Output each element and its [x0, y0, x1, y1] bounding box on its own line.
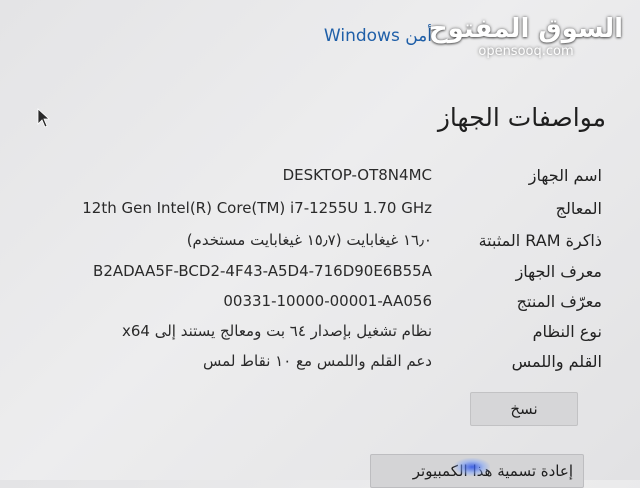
screen-glare [454, 458, 490, 476]
spec-label: اسم الجهاز [528, 166, 602, 185]
spec-label: القلم واللمس [511, 352, 602, 371]
spec-value[interactable]: ١٦٫٠ غيغابايت (١٥٫٧ غيغابايت مستخدم) [187, 231, 432, 249]
spec-row-pen-and-touch: القلم واللمس دعم القلم واللمس مع ١٠ نقاط… [0, 352, 640, 382]
spec-row-processor: المعالج 12th Gen Intel(R) Core(TM) i7-12… [0, 199, 640, 229]
spec-row-device-name: اسم الجهاز DESKTOP-OT8N4MC [0, 166, 640, 196]
spec-value[interactable]: 00331-10000-00001-AA056 [223, 292, 432, 310]
arrow-pointer-icon [37, 108, 50, 128]
spec-value[interactable]: 12th Gen Intel(R) Core(TM) i7-1255U 1.70… [82, 199, 432, 217]
spec-label: ذاكرة RAM المثبتة [478, 231, 602, 250]
spec-value[interactable]: DESKTOP-OT8N4MC [283, 166, 432, 184]
opensooq-watermark: السوق المفتوح opensooq.com [426, 12, 626, 59]
spec-label: معرّف المنتج [516, 292, 602, 311]
spec-label: معرف الجهاز [515, 262, 602, 281]
settings-about-page: أمن Windows السوق المفتوح opensooq.com م… [0, 0, 640, 488]
spec-label: المعالج [555, 199, 602, 218]
spec-row-system-type: نوع النظام نظام تشغيل بإصدار ٦٤ بت ومعال… [0, 322, 640, 352]
spec-value[interactable]: دعم القلم واللمس مع ١٠ نقاط لمس [203, 352, 432, 370]
spec-value[interactable]: B2ADAA5F-BCD2-4F43-A5D4-716D90E6B55A [93, 262, 432, 280]
copy-button[interactable]: نسخ [470, 392, 578, 426]
watermark-arabic-text: السوق المفتوح [428, 14, 624, 44]
spec-row-product-id: معرّف المنتج 00331-10000-00001-AA056 [0, 292, 640, 322]
spec-row-installed-ram: ذاكرة RAM المثبتة ١٦٫٠ غيغابايت (١٥٫٧ غي… [0, 231, 640, 261]
watermark-latin-text: opensooq.com [478, 44, 574, 59]
device-specifications-heading: مواصفات الجهاز [437, 103, 606, 132]
spec-value[interactable]: نظام تشغيل بإصدار ٦٤ بت ومعالج يستند إلى… [122, 322, 432, 340]
spec-row-device-id: معرف الجهاز B2ADAA5F-BCD2-4F43-A5D4-716D… [0, 262, 640, 292]
spec-label: نوع النظام [532, 322, 602, 341]
windows-security-link[interactable]: أمن Windows [324, 26, 432, 46]
